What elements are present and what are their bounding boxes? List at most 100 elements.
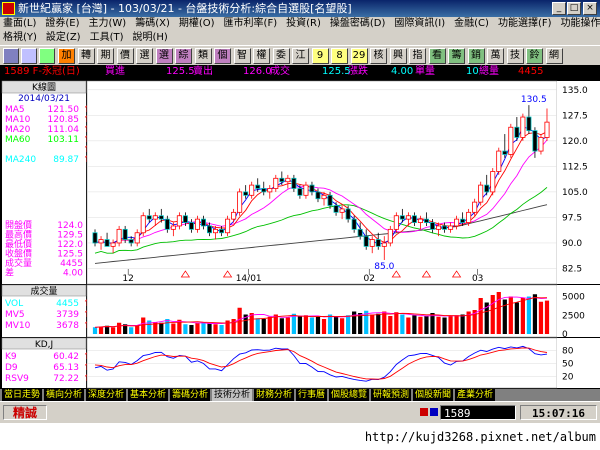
ohlc-label-2: 最低價 [5,238,32,250]
menu-item-2[interactable]: 主力(W) [89,17,127,31]
tab-2[interactable]: 深度分析 [86,389,128,401]
ohlc-label-3: 收盤價 [5,248,32,260]
tab-5[interactable]: 技術分析 [212,389,254,401]
toolbar-button-2[interactable]: 期 [97,48,114,64]
stock-symbol[interactable]: 1589 F-永冠(日) [4,65,80,79]
ma-value-3: 103.11 [48,135,80,145]
tab-7[interactable]: 行事曆 [296,389,329,401]
analysis-tabs: 當日走勢 橫向分析 深度分析 基本分析 籌碼分析 技術分析 財務分析 行事曆 個股總覽 研報預測個… [0,389,600,401]
toolbar-button-17[interactable]: 興 [389,48,407,64]
kd-chart[interactable] [86,337,558,389]
toolbar-button-16[interactable]: 核 [370,48,387,64]
toolbar-button-18[interactable]: 指 [409,48,426,64]
toolbar-button-19[interactable]: 看 [428,48,446,64]
toolbar-button-1[interactable]: 轉 [77,48,95,64]
volume-bar [544,300,550,334]
toolbar-button-7[interactable]: 類 [194,48,212,64]
volume-bar [327,314,333,334]
toolbar-button-4[interactable]: 選 [136,48,153,64]
tab-9[interactable]: 研報預測 [371,389,413,401]
volume-bar [219,325,224,334]
menu-item-5[interactable]: 匯市利率(F) [224,17,278,31]
toolbar-button-3[interactable]: 價 [116,48,134,64]
volume-bar [309,317,315,334]
change-value: 4.00 [391,66,414,77]
tab-3[interactable]: 基本分析 [128,389,170,401]
layout-icon[interactable] [21,48,37,64]
volume-bar [315,316,321,334]
menu-item-10[interactable]: 功能選擇(F) [498,17,552,31]
toolbar-button-13[interactable]: 9 [311,48,329,64]
tab-10[interactable]: 個股新聞 [413,389,455,401]
volume-panel-header[interactable]: 成交量 [30,285,57,297]
toolbar-button-11[interactable]: 委 [272,48,290,64]
toolbar-button-22[interactable]: 萬 [487,48,504,64]
tab-4[interactable]: 籌碼分析 [170,389,212,401]
price-tick-2: 120.0 [562,137,588,147]
toolbar-button-15[interactable]: 29 [350,48,368,64]
volume-bar [279,318,284,334]
maximize-button[interactable]: □ [567,2,581,15]
status-indicator [430,408,438,416]
kd-tick-1: 50 [562,360,574,370]
toolbar-button-14[interactable]: 8 [331,48,348,64]
tab-8[interactable]: 個股總覽 [329,389,371,401]
toolbar-button-23[interactable]: 技 [506,48,524,64]
menu-item-9[interactable]: 金融(C) [454,17,489,31]
menu-item-4[interactable]: 期權(O) [179,17,215,31]
toolbar-button-9[interactable]: 智 [233,48,251,64]
kd-panel-header[interactable]: KD,J [35,340,53,350]
code-field[interactable]: 1589 [440,405,516,420]
menu-item-1[interactable]: 證券(E) [45,17,79,31]
mode-label[interactable]: 精誠 [3,405,47,420]
toolbar-button-10[interactable]: 權 [253,48,270,64]
tab-1[interactable]: 橫向分析 [44,389,86,401]
kd-list-label-1: D9 [5,363,18,373]
minimize-button[interactable]: _ [552,2,566,15]
candle [225,215,231,237]
tab-11[interactable]: 產業分析 [455,389,497,401]
toolbar-button-24[interactable]: 鈴 [526,48,543,64]
menu-item-secondary-2[interactable]: 工具(T) [90,31,124,45]
volume-bar [526,296,532,334]
ma-label-2: MA20 [5,125,31,135]
menu-item-secondary-0[interactable]: 格視(Y) [3,31,37,45]
volume-bar [442,317,447,334]
volume-bar [285,317,290,334]
volume-bar [412,315,417,334]
toolbar-button-20[interactable]: 籌 [448,48,465,64]
toolbar-button-25[interactable]: 網 [545,48,563,64]
home-icon[interactable] [3,48,19,64]
panel-header[interactable]: K線圖 [32,81,56,93]
toolbar-button-12[interactable]: 江 [292,48,309,64]
close-button[interactable]: × [583,2,597,15]
menu-item-secondary-3[interactable]: 說明(H) [133,31,168,45]
ohlc-label-1: 最高價 [5,229,32,241]
toolbar-button-8[interactable]: 個 [214,48,231,64]
chart-area[interactable]: K線圖 2014/03/21 MA5121.50↑MA10120.85↑MA20… [0,79,600,389]
toolbar-button-6[interactable]: 綜 [175,48,192,64]
app-window: 新世紀贏家 [台灣] - 103/03/21 - 台盤技術分析:綜合自選股[名望… [0,0,600,450]
menu-item-0[interactable]: 畫面(L) [3,17,36,31]
candle [496,147,502,175]
toolbar-button-21[interactable]: 銷 [467,48,485,64]
ma-label-4: MA108 [5,145,36,155]
price-tick-6: 90.0 [562,239,582,249]
volume-bar [460,314,465,334]
volume-bar [376,313,381,334]
menu-item-11[interactable]: 功能操作(E) [561,17,600,31]
toolbar-button-0[interactable]: 加 [58,48,75,64]
menu-item-8[interactable]: 國際資訊(I) [394,17,445,31]
menu-item-secondary-1[interactable]: 設定(Z) [46,31,81,45]
menu-item-7[interactable]: 操盤密碼(D) [330,17,386,31]
toolbar-button-5[interactable]: 選 [155,48,173,64]
volume-bar [382,311,387,334]
menu-item-3[interactable]: 籌碼(X) [135,17,170,31]
tab-6[interactable]: 財務分析 [254,389,296,401]
tab-0[interactable]: 當日走勢 [2,389,44,401]
volume-bar [508,296,513,334]
refresh-icon[interactable] [39,48,55,64]
candle [478,181,484,206]
volume-bar [520,298,525,334]
menu-item-6[interactable]: 投資(R) [286,17,321,31]
